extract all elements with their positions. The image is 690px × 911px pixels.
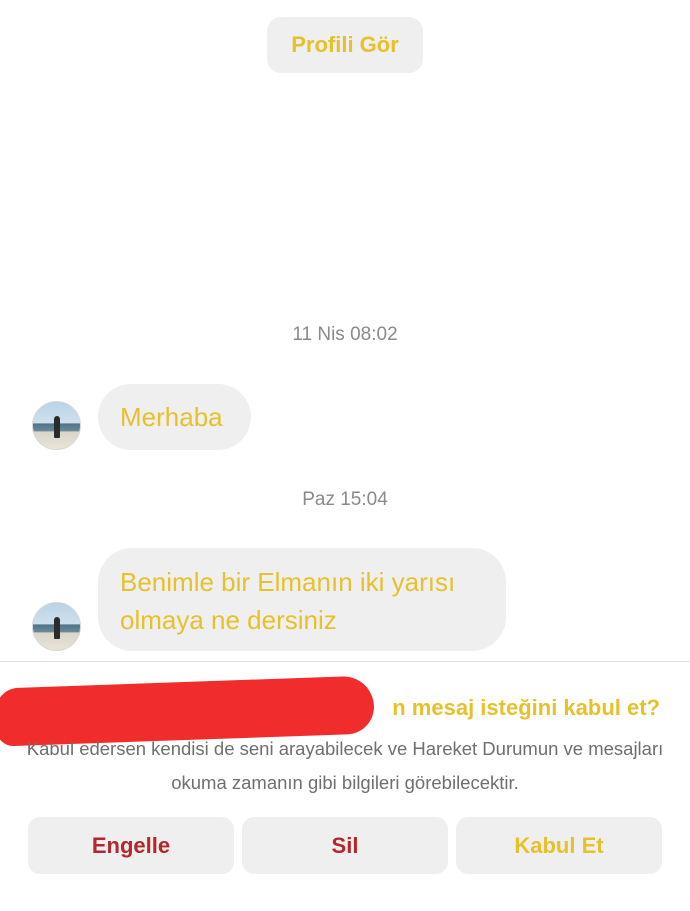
request-description: Kabul edersen kendisi de seni arayabilec… <box>26 738 664 793</box>
message-timestamp: 11 Nis 08:02 <box>292 324 398 345</box>
avatar-figure <box>54 617 60 639</box>
delete-button[interactable]: Sil <box>242 817 448 874</box>
message-request-screen: Profili Gör 11 Nis 08:02 Merhaba Paz 15:… <box>0 0 690 911</box>
message-bubble[interactable]: Benimle bir Elmanın iki yarısı olmaya ne… <box>98 548 506 651</box>
sender-avatar[interactable] <box>32 401 81 450</box>
message-timestamp: Paz 15:04 <box>302 489 388 510</box>
block-button[interactable]: Engelle <box>28 817 234 874</box>
avatar-figure <box>54 416 60 438</box>
accept-button[interactable]: Kabul Et <box>456 817 662 874</box>
sender-avatar[interactable] <box>32 602 81 651</box>
panel-divider <box>0 661 690 662</box>
message-bubble[interactable]: Merhaba <box>98 384 251 450</box>
view-profile-button[interactable]: Profili Gör <box>267 17 423 73</box>
